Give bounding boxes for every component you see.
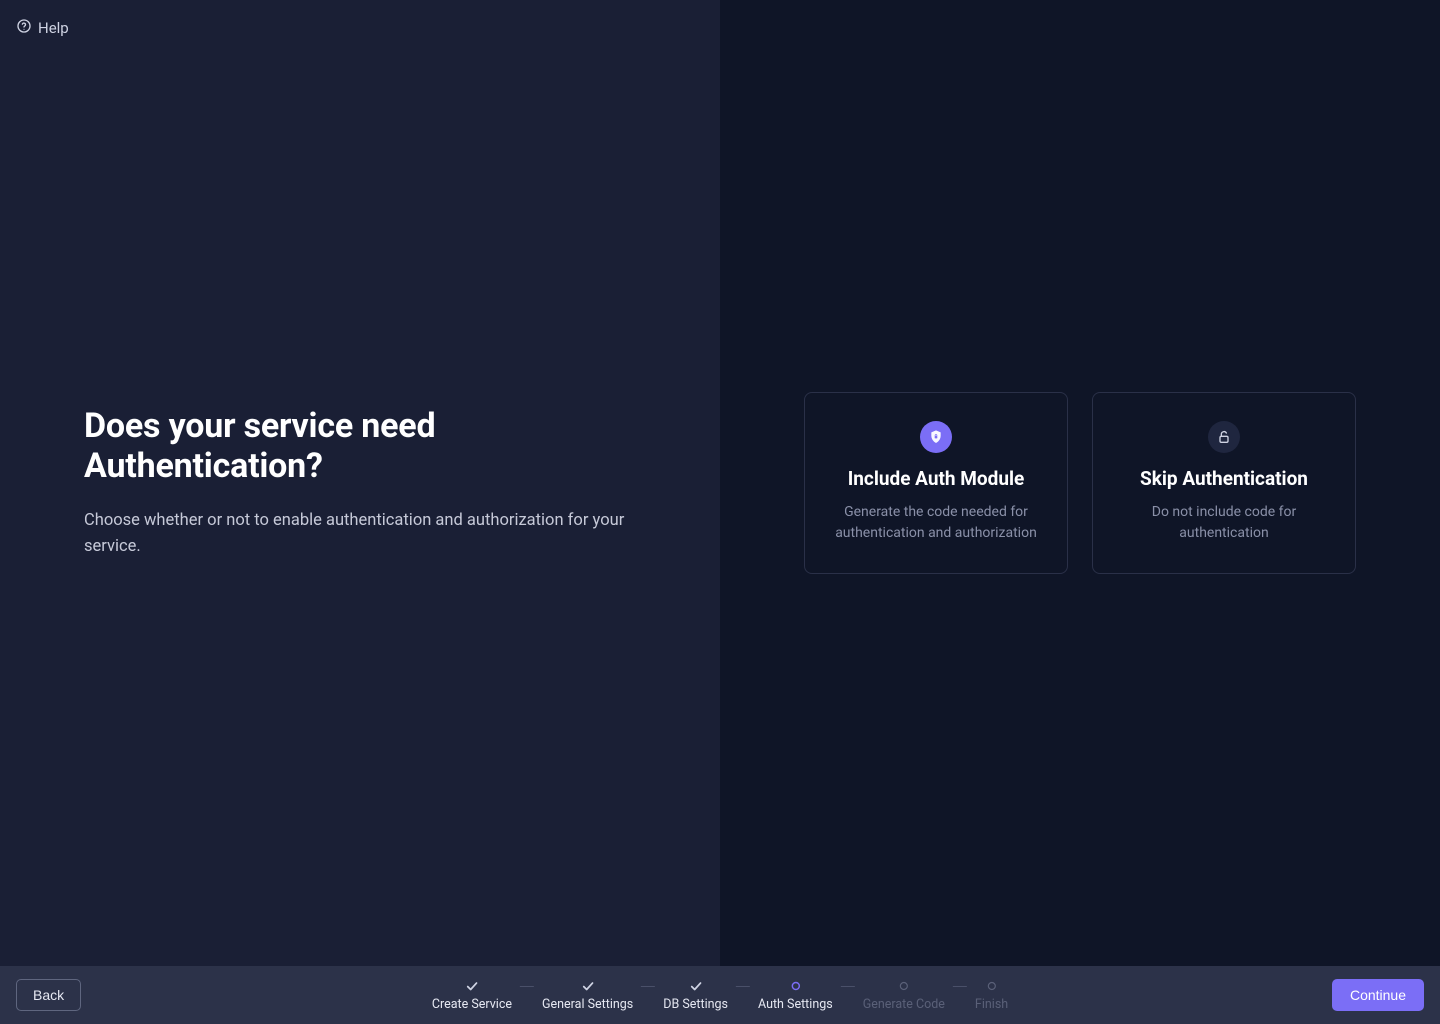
circle-icon — [897, 979, 911, 993]
step-db-settings: DB Settings — [663, 979, 728, 1012]
step-label: General Settings — [542, 997, 633, 1012]
step-connector — [736, 986, 750, 987]
help-label: Help — [38, 19, 69, 37]
stepper: Create Service General Settings DB Setting… — [432, 979, 1008, 1012]
option-skip-auth[interactable]: Skip Authentication Do not include code … — [1092, 392, 1356, 574]
check-icon — [689, 979, 703, 993]
footer-bar: Back Create Service General Settings DB Se… — [0, 966, 1440, 1024]
circle-icon — [985, 979, 999, 993]
back-button[interactable]: Back — [16, 979, 81, 1011]
shield-lock-icon — [920, 421, 952, 453]
left-panel: Help Does your service need Authenticati… — [0, 0, 720, 966]
check-icon — [581, 979, 595, 993]
step-label: Auth Settings — [758, 997, 833, 1012]
step-connector — [841, 986, 855, 987]
option-include-auth[interactable]: Include Auth Module Generate the code ne… — [804, 392, 1068, 574]
option-include-desc: Generate the code needed for authenticat… — [827, 502, 1045, 543]
page-heading: Does your service need Authentication? — [84, 406, 636, 486]
continue-button[interactable]: Continue — [1332, 979, 1424, 1011]
step-label: Generate Code — [863, 997, 945, 1012]
step-connector — [520, 986, 534, 987]
page-subheading: Choose whether or not to enable authenti… — [84, 508, 636, 559]
step-general-settings: General Settings — [542, 979, 633, 1012]
step-connector — [641, 986, 655, 987]
step-finish: Finish — [975, 979, 1008, 1012]
option-include-title: Include Auth Module — [827, 467, 1045, 490]
step-connector — [953, 986, 967, 987]
right-panel: Include Auth Module Generate the code ne… — [720, 0, 1440, 966]
circle-icon — [788, 979, 802, 993]
main-split: Help Does your service need Authenticati… — [0, 0, 1440, 966]
step-generate-code: Generate Code — [863, 979, 945, 1012]
app-root: Help Does your service need Authenticati… — [0, 0, 1440, 1024]
step-label: Create Service — [432, 997, 512, 1012]
unlock-icon — [1208, 421, 1240, 453]
help-icon — [16, 18, 32, 38]
check-icon — [465, 979, 479, 993]
option-cards: Include Auth Module Generate the code ne… — [804, 392, 1356, 574]
step-create-service: Create Service — [432, 979, 512, 1012]
option-skip-desc: Do not include code for authentication — [1115, 502, 1333, 543]
step-label: DB Settings — [663, 997, 728, 1012]
step-auth-settings: Auth Settings — [758, 979, 833, 1012]
step-label: Finish — [975, 997, 1008, 1012]
help-link[interactable]: Help — [16, 18, 69, 38]
option-skip-title: Skip Authentication — [1115, 467, 1333, 490]
